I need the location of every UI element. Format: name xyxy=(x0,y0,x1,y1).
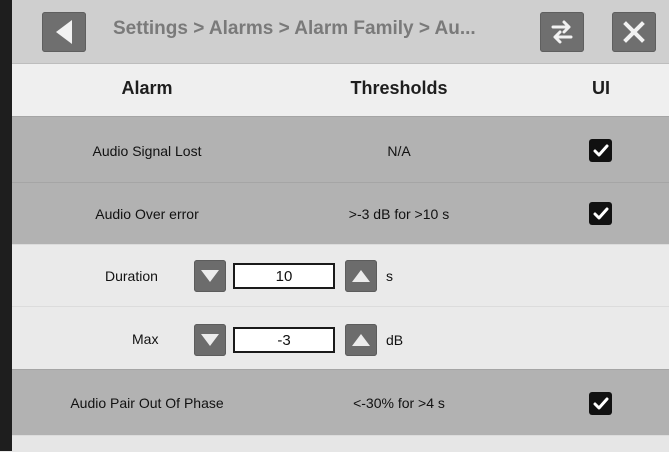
checkbox-checked-icon xyxy=(593,207,608,219)
duration-increase-button[interactable] xyxy=(345,260,377,292)
alarm-name: Audio Signal Lost xyxy=(92,143,202,159)
ui-checkbox[interactable] xyxy=(589,392,612,415)
alarm-name: Audio Over error xyxy=(95,206,199,222)
header-ui: UI xyxy=(592,78,610,98)
arrow-down-icon xyxy=(201,334,219,346)
swap-button[interactable] xyxy=(540,12,584,52)
max-input[interactable]: -3 xyxy=(233,327,335,353)
swap-icon xyxy=(551,20,573,44)
column-header-row: Alarm Thresholds UI xyxy=(12,64,669,116)
header-thresholds: Thresholds xyxy=(350,78,448,98)
close-button[interactable] xyxy=(612,12,656,52)
next-row-partial xyxy=(12,435,669,452)
max-label: Max xyxy=(132,331,159,347)
max-decrease-button[interactable] xyxy=(194,324,226,356)
arrow-down-icon xyxy=(201,270,219,282)
duration-decrease-button[interactable] xyxy=(194,260,226,292)
arrow-up-icon xyxy=(352,270,370,282)
alarm-settings-screen: Settings > Alarms > Alarm Family > Au...… xyxy=(0,0,669,452)
alarm-threshold: >-3 dB for >10 s xyxy=(348,206,450,222)
max-setting-row: Max -3 dB xyxy=(12,306,669,370)
duration-label: Duration xyxy=(105,268,158,284)
ui-checkbox[interactable] xyxy=(589,202,612,225)
duration-input[interactable]: 10 xyxy=(233,263,335,289)
checkbox-checked-icon xyxy=(593,144,608,156)
alarm-row[interactable]: Audio Pair Out Of Phase <-30% for >4 s xyxy=(12,369,669,436)
max-unit: dB xyxy=(386,332,404,348)
alarm-threshold: <-30% for >4 s xyxy=(353,395,445,411)
duration-setting-row: Duration 10 s xyxy=(12,244,669,307)
checkbox-checked-icon xyxy=(593,397,608,409)
duration-unit: s xyxy=(386,268,393,284)
alarm-row[interactable]: Audio Over error >-3 dB for >10 s xyxy=(12,182,669,245)
arrow-up-icon xyxy=(352,334,370,346)
ui-checkbox[interactable] xyxy=(589,139,612,162)
breadcrumb: Settings > Alarms > Alarm Family > Au... xyxy=(113,18,476,39)
alarm-row[interactable]: Audio Signal Lost N/A xyxy=(12,116,669,183)
left-edge-bar xyxy=(0,0,12,451)
alarm-name: Audio Pair Out Of Phase xyxy=(70,395,224,411)
top-navigation-bar: Settings > Alarms > Alarm Family > Au... xyxy=(12,0,669,64)
back-arrow-icon xyxy=(56,20,72,44)
max-increase-button[interactable] xyxy=(345,324,377,356)
close-icon xyxy=(623,21,645,43)
alarm-threshold: N/A xyxy=(387,143,411,159)
back-button[interactable] xyxy=(42,12,86,52)
header-alarm: Alarm xyxy=(121,78,173,98)
